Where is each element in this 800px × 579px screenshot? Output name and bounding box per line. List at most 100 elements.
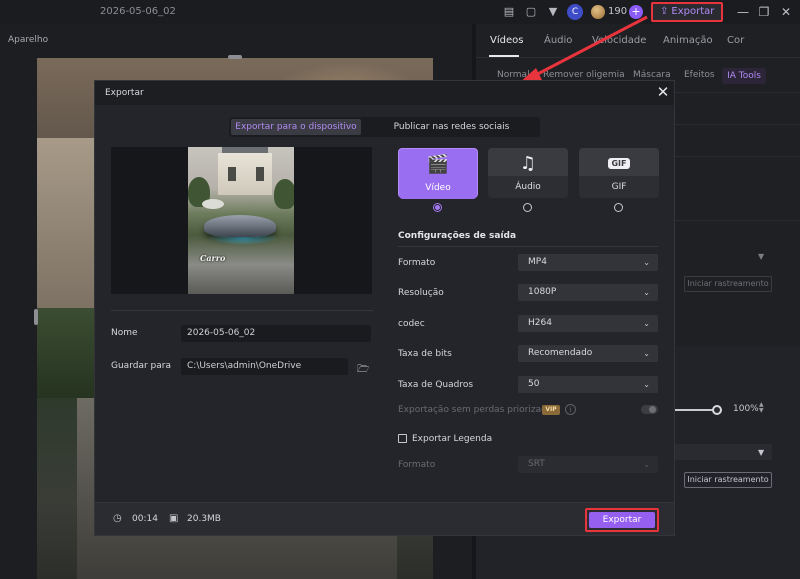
- media-type-gif-label: GIF: [579, 176, 659, 198]
- lossless-export-label: Exportação sem perdas priorizada: [398, 405, 553, 415]
- subtab-effects[interactable]: Efeitos: [684, 70, 715, 80]
- opacity-slider-knob[interactable]: [712, 405, 722, 415]
- file-size-icon: ▣: [169, 513, 179, 524]
- bitrate-label: Taxa de bits: [398, 349, 452, 359]
- export-destination-switch: Exportar para o dispositivo Publicar nas…: [229, 117, 540, 137]
- media-type-gif[interactable]: GIF GIF: [579, 148, 659, 198]
- vip-badge: VIP: [542, 405, 560, 415]
- tab-speed[interactable]: Velocidade: [592, 35, 646, 46]
- coin-icon: [591, 5, 605, 19]
- thumb-tree: [274, 179, 294, 209]
- project-title: 2026-05-06_02: [100, 6, 176, 17]
- subtitle-format-label: Formato: [398, 460, 436, 470]
- resolution-value: 1080P: [528, 287, 557, 297]
- dialog-title: Exportar: [105, 88, 144, 98]
- dialog-footer: ◷ 00:14 ▣ 20.3MB Exportar: [95, 502, 674, 535]
- dialog-header: Exportar ✕: [95, 81, 674, 105]
- percent-stepper[interactable]: ▲ ▼: [759, 402, 764, 414]
- folder-icon[interactable]: 🗁: [357, 362, 369, 375]
- media-type-video-label: Vídeo: [399, 177, 477, 199]
- info-icon[interactable]: i: [565, 404, 576, 415]
- tab-publish-social[interactable]: Publicar nas redes sociais: [365, 119, 538, 135]
- resolution-select[interactable]: 1080P ⌄: [518, 284, 658, 301]
- video-clapper-icon: 🎬: [426, 154, 450, 175]
- divider: [398, 246, 658, 247]
- export-subtitle-checkbox[interactable]: [398, 434, 407, 443]
- layout-icon[interactable]: ▤: [502, 5, 516, 19]
- codec-value: H264: [528, 318, 552, 328]
- radio-gif[interactable]: [614, 203, 623, 212]
- format-select[interactable]: MP4 ⌄: [518, 254, 658, 271]
- resolution-label: Resolução: [398, 288, 444, 298]
- save-path-input[interactable]: C:\Users\admin\OneDrive: [181, 358, 348, 375]
- top-export-label: Exportar: [671, 6, 715, 17]
- chevron-down-icon[interactable]: ▼: [758, 252, 764, 261]
- format-label: Formato: [398, 258, 436, 268]
- chevron-down-icon[interactable]: ▼: [758, 448, 764, 457]
- radio-audio[interactable]: [523, 203, 532, 212]
- feedback-icon[interactable]: ▢: [524, 5, 538, 19]
- tab-audio[interactable]: Áudio: [544, 35, 572, 46]
- subtitle-format-select[interactable]: SRT ⌄: [518, 456, 658, 473]
- subtitle-format-value: SRT: [528, 459, 545, 469]
- preview-thumbnail-area: Carro: [111, 147, 372, 294]
- tab-animation[interactable]: Animação: [663, 35, 713, 46]
- thumb-window: [256, 167, 264, 181]
- chevron-down-icon: ⌄: [643, 258, 650, 267]
- thumb-car: [204, 215, 276, 237]
- export-button[interactable]: Exportar: [589, 512, 655, 528]
- close-icon[interactable]: ✕: [655, 84, 671, 100]
- restore-icon[interactable]: ❐: [756, 4, 772, 20]
- thumb-window: [228, 167, 236, 181]
- credit-count: 190: [608, 6, 628, 17]
- codec-label: codec: [398, 319, 425, 329]
- thumbnail-caption: Carro: [200, 253, 226, 263]
- subtab-ia-tools[interactable]: IA Tools: [722, 68, 766, 84]
- active-tab-underline: [489, 55, 519, 57]
- avatar[interactable]: C: [567, 4, 583, 20]
- tracking-button[interactable]: Iniciar rastreamento: [684, 472, 772, 488]
- export-dialog: Exportar ✕ Exportar para o dispositivo P…: [94, 80, 675, 536]
- media-type-audio[interactable]: ♫ Áudio: [488, 148, 568, 198]
- add-credits-button[interactable]: +: [629, 5, 643, 19]
- subtab-mask[interactable]: Máscara: [633, 70, 671, 80]
- close-window-icon[interactable]: ✕: [778, 4, 794, 20]
- duration: 00:14: [132, 514, 158, 524]
- framerate-select[interactable]: 50 ⌄: [518, 376, 658, 393]
- format-value: MP4: [528, 257, 547, 267]
- lossless-export-toggle[interactable]: [641, 405, 658, 414]
- tab-videos[interactable]: Vídeos: [490, 35, 523, 46]
- minimize-icon[interactable]: —: [735, 4, 751, 20]
- chevron-down-icon: ⌄: [643, 380, 650, 389]
- chevron-down-icon: ⌄: [643, 460, 650, 469]
- gif-icon: GIF: [579, 154, 659, 174]
- crop-handle-left[interactable]: [34, 309, 38, 325]
- properties-dropdown[interactable]: [672, 444, 772, 460]
- music-note-icon: ♫: [519, 153, 537, 174]
- tab-export-to-device[interactable]: Exportar para o dispositivo: [231, 119, 361, 135]
- radio-video[interactable]: [433, 203, 442, 212]
- top-export-button[interactable]: ⇪ Exportar: [651, 2, 723, 22]
- opacity-slider-track[interactable]: [672, 409, 716, 411]
- properties-tabs: Vídeos Áudio Velocidade Animação Cor: [476, 24, 800, 58]
- save-to-label: Guardar para: [111, 361, 171, 371]
- bitrate-select[interactable]: Recomendado ⌄: [518, 345, 658, 362]
- clock-icon: ◷: [113, 513, 122, 524]
- output-settings-title: Configurações de saída: [398, 231, 517, 241]
- media-type-video[interactable]: 🎬 Vídeo: [398, 148, 478, 199]
- file-size: 20.3MB: [187, 514, 221, 524]
- download-icon[interactable]: ▼: [546, 5, 560, 19]
- codec-select[interactable]: H264 ⌄: [518, 315, 658, 332]
- tracking-button-disabled[interactable]: Iniciar rastreamento: [684, 276, 772, 292]
- tab-color[interactable]: Cor: [727, 35, 744, 46]
- framerate-value: 50: [528, 379, 540, 389]
- name-input[interactable]: 2026-05-06_02: [181, 325, 371, 342]
- subtab-remove-oligemia[interactable]: Remover oligemia: [543, 70, 625, 80]
- name-label: Nome: [111, 328, 138, 338]
- player-panel-label: Aparelho: [8, 35, 49, 45]
- media-type-audio-label: Áudio: [488, 176, 568, 198]
- crop-handle-top[interactable]: [228, 55, 242, 59]
- thumb-fountain: [202, 199, 224, 209]
- export-subtitle-label: Exportar Legenda: [412, 434, 493, 444]
- subtab-normal[interactable]: Normal: [497, 70, 530, 80]
